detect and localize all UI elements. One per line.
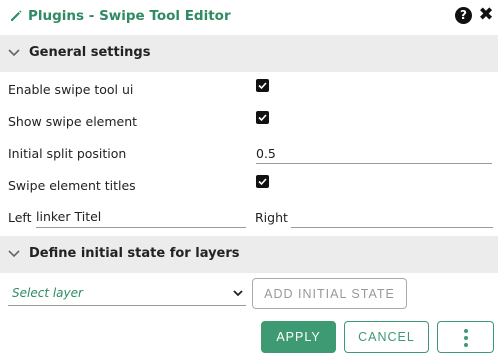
layers-section-header[interactable]: Define initial state for layers	[0, 236, 498, 273]
checkmark-icon	[258, 178, 267, 186]
chevron-down-icon	[233, 290, 243, 297]
left-title-input[interactable]	[36, 208, 246, 228]
show-element-label: Show swipe element	[8, 114, 138, 129]
enable-ui-checkbox[interactable]	[256, 79, 269, 92]
right-title-input[interactable]	[291, 208, 493, 228]
more-options-button[interactable]	[437, 321, 494, 353]
pencil-icon	[11, 10, 22, 21]
show-element-checkbox[interactable]	[256, 111, 269, 124]
layer-select-placeholder: Select layer	[12, 286, 83, 300]
titles-checkbox[interactable]	[256, 175, 269, 188]
dialog-title: Plugins - Swipe Tool Editor	[28, 8, 231, 24]
apply-button[interactable]: APPLY	[261, 321, 336, 353]
checkmark-icon	[258, 114, 267, 122]
left-title-label: Left	[8, 210, 32, 225]
titles-label: Swipe element titles	[8, 178, 136, 193]
section-title: General settings	[29, 45, 151, 60]
split-position-label: Initial split position	[8, 146, 127, 161]
chevron-down-icon	[8, 250, 20, 258]
split-position-input[interactable]	[256, 145, 492, 164]
enable-ui-label: Enable swipe tool ui	[8, 82, 134, 97]
layer-select[interactable]: Select layer	[8, 282, 246, 306]
general-settings-header[interactable]: General settings	[0, 35, 498, 72]
close-icon[interactable]: ✖	[477, 5, 495, 25]
section-title: Define initial state for layers	[29, 246, 240, 261]
checkmark-icon	[258, 82, 267, 90]
help-icon[interactable]: ?	[455, 7, 472, 24]
chevron-down-icon	[8, 49, 20, 57]
cancel-button[interactable]: CANCEL	[344, 321, 429, 353]
dialog-titlebar: Plugins - Swipe Tool Editor ? ✖	[0, 0, 500, 33]
add-initial-state-button[interactable]: ADD INITIAL STATE	[252, 278, 407, 309]
right-title-label: Right	[255, 210, 288, 225]
